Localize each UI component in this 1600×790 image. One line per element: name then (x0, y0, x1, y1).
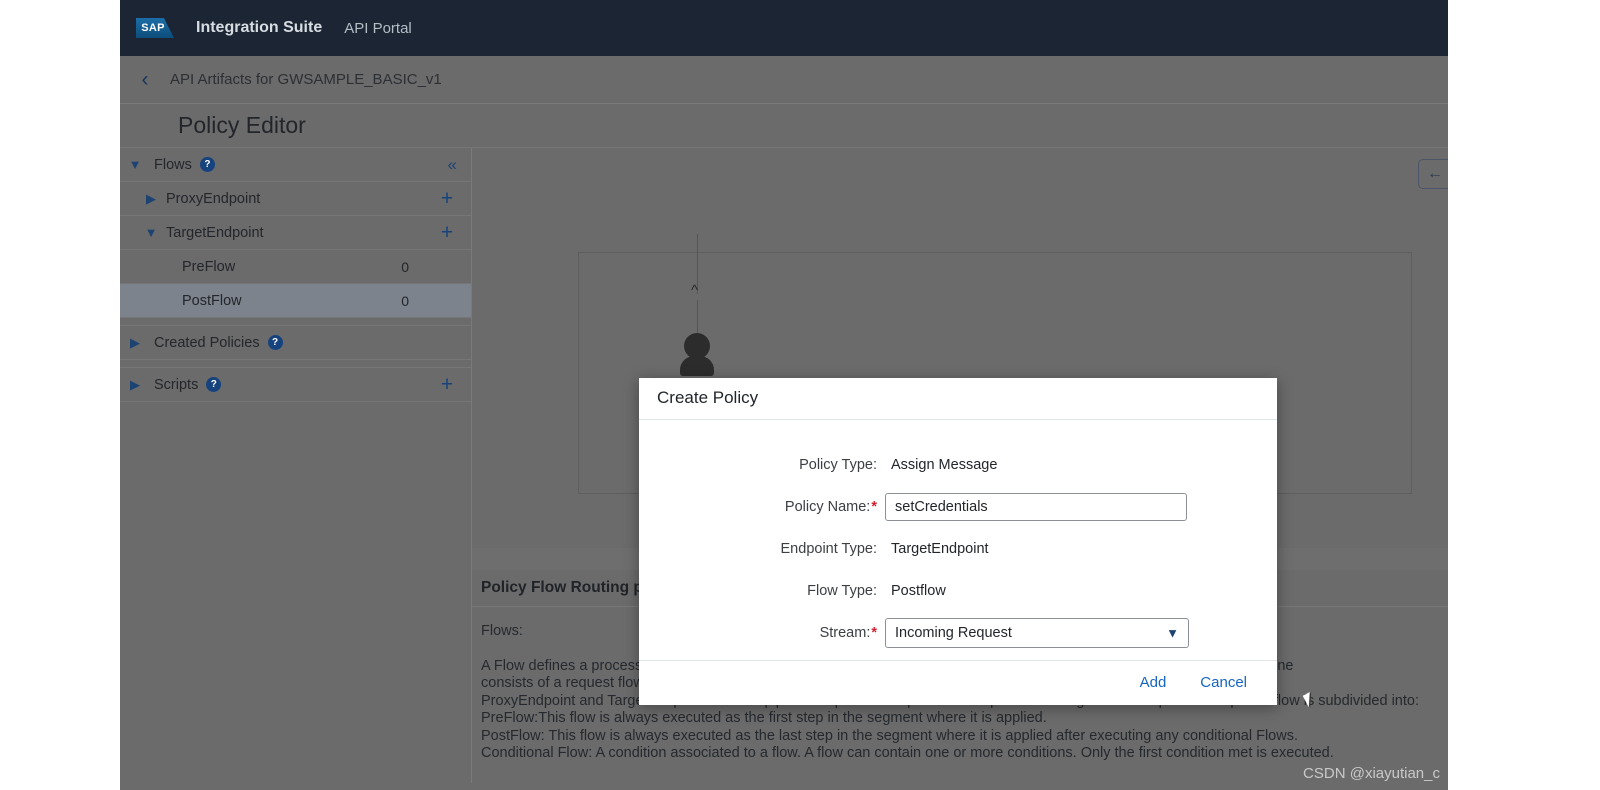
chevron-right-icon[interactable]: ▶ (120, 377, 150, 393)
page-title-bar: Policy Editor (120, 104, 1448, 148)
sidebar-item-postflow[interactable]: PostFlow 0 (120, 284, 471, 318)
sidebar: ▼ Flows? « ▶ ProxyEndpoint + ▼ TargetEnd… (120, 148, 472, 783)
chevron-right-icon[interactable]: ▶ (136, 191, 166, 207)
field-stream: Stream:* Incoming Request ▼ (639, 617, 1277, 648)
sidebar-item-proxyendpoint[interactable]: ▶ ProxyEndpoint + (120, 182, 471, 216)
watermark: CSDN @xiayutian_c (1303, 765, 1440, 782)
sidebar-group-created-policies[interactable]: ▶ Created Policies? (120, 326, 471, 360)
field-policy-name: Policy Name:* (639, 492, 1277, 522)
collapse-panel-icon[interactable]: « (448, 156, 457, 173)
app-page: SAP Integration Suite API Portal ‹ API A… (120, 0, 1448, 790)
field-policy-type: Policy Type: Assign Message (639, 450, 1277, 480)
value-policy-type: Assign Message (891, 456, 998, 473)
sidebar-spacer (120, 318, 471, 326)
sidebar-label-created-policies: Created Policies (154, 334, 260, 351)
info-line: PostFlow: This flow is always executed a… (481, 727, 1298, 744)
field-endpoint-type: Endpoint Type: TargetEndpoint (639, 534, 1277, 564)
help-icon[interactable]: ? (206, 377, 222, 393)
stream-select-value[interactable]: Incoming Request (885, 617, 1189, 648)
dialog-body: Policy Type: Assign Message Policy Name:… (639, 420, 1277, 660)
sidebar-spacer (120, 360, 471, 368)
chevron-down-icon[interactable]: ▼ (120, 157, 150, 172)
add-script-button[interactable]: + (437, 374, 457, 395)
sidebar-label-preflow: PreFlow (182, 258, 236, 275)
sidebar-label-flows: Flows (154, 156, 192, 173)
sap-logo-text: SAP (141, 22, 165, 34)
dialog-footer: Add Cancel (639, 659, 1277, 705)
preflow-count: 0 (401, 258, 409, 275)
chevron-left-icon[interactable]: ‹ (134, 69, 156, 91)
required-marker: * (871, 624, 877, 641)
sidebar-label-postflow: PostFlow (182, 292, 242, 309)
help-icon[interactable]: ? (267, 335, 283, 351)
shell-link-api-portal[interactable]: API Portal (344, 20, 412, 37)
chevron-down-icon[interactable]: ▼ (136, 225, 166, 240)
sidebar-group-scripts[interactable]: ▶ Scripts? + (120, 368, 471, 402)
value-flow-type: Postflow (891, 582, 946, 599)
label-policy-name: Policy Name: (784, 498, 871, 515)
add-button[interactable]: Add (1140, 674, 1167, 691)
field-flow-type: Flow Type: Postflow (639, 576, 1277, 606)
info-line: PreFlow:This flow is always executed as … (481, 710, 1047, 726)
dialog-title: Create Policy (639, 378, 1277, 420)
sidebar-label-scripts: Scripts (154, 376, 199, 393)
sidebar-item-targetendpoint[interactable]: ▼ TargetEndpoint + (120, 216, 471, 250)
page-title: Policy Editor (178, 112, 306, 138)
arrow-up-icon: ^ (691, 282, 699, 299)
required-marker: * (871, 498, 877, 515)
label-endpoint-type: Endpoint Type: (780, 540, 877, 557)
chevron-down-icon[interactable]: ▼ (1166, 625, 1179, 640)
label-stream: Stream: (819, 624, 871, 641)
value-endpoint-type: TargetEndpoint (891, 540, 989, 557)
sidebar-item-preflow[interactable]: PreFlow 0 (120, 250, 471, 284)
add-proxyendpoint-button[interactable]: + (437, 188, 457, 209)
stream-select[interactable]: Incoming Request ▼ (885, 617, 1189, 648)
create-policy-dialog: Create Policy Policy Type: Assign Messag… (639, 378, 1277, 705)
sap-logo-icon[interactable]: SAP (136, 18, 174, 38)
arrow-left-icon[interactable]: ← (1418, 159, 1448, 189)
postflow-count: 0 (401, 292, 409, 309)
sidebar-label-proxyendpoint: ProxyEndpoint (166, 190, 261, 207)
cancel-button[interactable]: Cancel (1200, 674, 1247, 691)
breadcrumb: ‹ API Artifacts for GWSAMPLE_BASIC_v1 (120, 56, 1448, 104)
info-line: Conditional Flow: A condition associated… (481, 745, 1334, 761)
person-icon (680, 333, 714, 377)
label-flow-type: Flow Type: (807, 582, 877, 599)
policy-name-input[interactable] (885, 492, 1187, 521)
shell-bar: SAP Integration Suite API Portal (120, 0, 1448, 56)
help-icon[interactable]: ? (199, 157, 215, 173)
breadcrumb-label[interactable]: API Artifacts for GWSAMPLE_BASIC_v1 (170, 71, 442, 88)
sidebar-label-targetendpoint: TargetEndpoint (166, 224, 264, 241)
product-title: Integration Suite (196, 19, 323, 36)
add-targetendpoint-button[interactable]: + (437, 222, 457, 243)
chevron-right-icon[interactable]: ▶ (120, 335, 150, 351)
sidebar-group-flows[interactable]: ▼ Flows? « (120, 148, 471, 182)
label-policy-type: Policy Type: (799, 456, 877, 473)
